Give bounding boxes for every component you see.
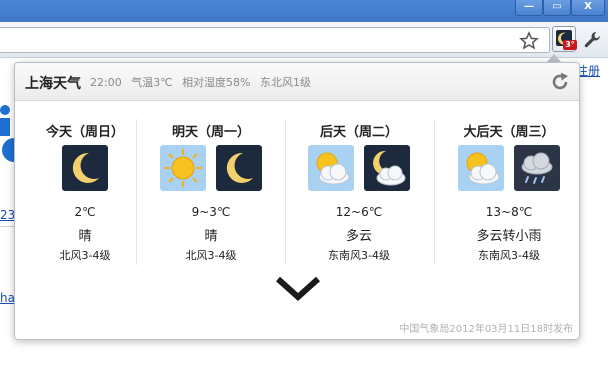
weather-popup: 上海天气 22:00 气温3℃ 相对湿度58% 东北风1级 今天（周日） 2℃ …	[14, 62, 580, 340]
partly-cloudy-day-icon	[458, 145, 504, 191]
column-divider	[434, 119, 435, 265]
current-temperature: 气温3℃	[131, 76, 173, 89]
partly-cloudy-night-icon	[364, 145, 410, 191]
current-conditions: 22:00 气温3℃ 相对湿度58% 东北风1级	[90, 74, 317, 90]
day-name: 后天（周二）	[319, 125, 398, 140]
day-name: 大后天（周三）	[463, 125, 555, 140]
moon-icon	[62, 145, 108, 191]
weather-icons	[439, 145, 579, 191]
minimize-button[interactable]: —	[515, 0, 543, 16]
browser-title-bar: — ▭ X	[0, 0, 608, 22]
day-temperature: 2℃	[74, 205, 96, 219]
browser-toolbar: 3°	[0, 22, 608, 58]
refresh-icon[interactable]	[549, 71, 571, 93]
temperature-badge: 3°	[563, 40, 577, 50]
day-name: 今天（周日）	[45, 125, 124, 140]
weather-extension-button[interactable]: 3°	[552, 26, 577, 52]
column-divider	[285, 119, 286, 265]
day-condition: 晴	[204, 229, 218, 244]
page-link[interactable]: ha	[0, 291, 15, 305]
current-humidity: 相对湿度58%	[182, 76, 251, 89]
forecast-day-tomorrow: 明天（周一） 9~3℃ 晴 北风3-4级	[141, 113, 281, 273]
weather-icons	[289, 145, 429, 191]
maximize-button[interactable]: ▭	[543, 0, 571, 16]
bookmark-star-icon[interactable]	[519, 31, 539, 51]
source-footer: 中国气象局2012年03月11日18时发布	[399, 324, 573, 335]
day-condition: 晴	[78, 229, 92, 244]
weather-icons	[15, 145, 155, 191]
day-temperature: 9~3℃	[191, 205, 231, 219]
day-name: 明天（周一）	[171, 125, 250, 140]
day-condition: 多云	[345, 229, 372, 244]
rain-cloud-icon	[514, 145, 560, 191]
day-wind: 东南风3-4级	[328, 249, 390, 262]
day-temperature: 13~8℃	[485, 205, 533, 219]
popup-header: 上海天气 22:00 气温3℃ 相对湿度58% 东北风1级	[15, 63, 579, 101]
address-bar[interactable]	[0, 27, 550, 53]
day-wind: 东南风3-4级	[478, 249, 540, 262]
forecast-day-today: 今天（周日） 2℃ 晴 北风3-4级	[15, 113, 155, 273]
close-window-button[interactable]: X	[571, 0, 605, 16]
day-wind: 北风3-4级	[59, 249, 111, 262]
expand-chevron-down-icon[interactable]	[273, 273, 323, 305]
page-logo-fragment	[0, 105, 14, 162]
day-condition: 多云转小雨	[476, 229, 542, 244]
forecast-day-three: 大后天（周三） 13~8℃ 多云转小雨 东南风3-4级	[439, 113, 579, 273]
city-title: 上海天气	[25, 76, 81, 92]
divider	[0, 226, 14, 227]
current-time: 22:00	[90, 76, 122, 89]
page-link[interactable]: 23	[0, 208, 15, 222]
weather-icons	[141, 145, 281, 191]
moon-icon	[216, 145, 262, 191]
wrench-icon[interactable]	[582, 30, 602, 50]
forecast-day-after-tomorrow: 后天（周二） 12~6℃ 多云 东南风3-4级	[289, 113, 429, 273]
day-temperature: 12~6℃	[335, 205, 383, 219]
day-wind: 北风3-4级	[185, 249, 237, 262]
sun-icon	[160, 145, 206, 191]
partly-cloudy-day-icon	[308, 145, 354, 191]
current-wind: 东北风1级	[260, 76, 312, 89]
